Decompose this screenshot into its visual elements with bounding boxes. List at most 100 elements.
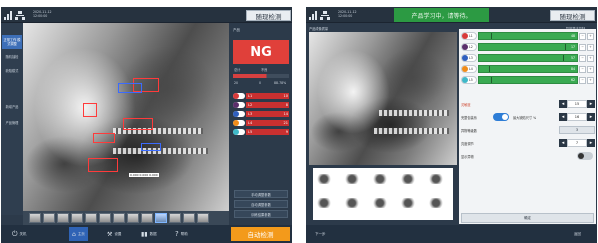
sidebar-item-normal-mode[interactable]: 正常工作 模式调整 [2,35,22,49]
defect-toggle[interactable] [233,101,245,108]
thumbnail[interactable] [183,213,195,223]
fixed-position-toggle[interactable] [493,113,509,121]
help-button[interactable]: ? 帮助 [172,227,191,241]
layer-toggle[interactable]: L1 [461,32,477,40]
sensitivity-stepper[interactable]: ◂ 15 ▸ [559,100,595,108]
thumbnail-selected[interactable] [155,213,167,223]
thumbnail[interactable] [169,213,181,223]
manual-adjust-button[interactable]: 手动调整参数 [234,190,288,198]
sample-thumbnail[interactable] [373,198,387,208]
sample-thumbnail[interactable] [373,174,387,184]
decrement-button[interactable]: − [579,43,586,51]
bottom-bar: 下一步 返回 [306,225,597,243]
toggle-knob [462,55,468,61]
sidebar-item-product-manage[interactable]: 产品管理 [2,121,22,125]
threshold-bar[interactable]: 57 [478,54,578,62]
defect-toggle[interactable] [233,119,245,126]
decrement-button[interactable]: − [579,65,586,73]
layer-toggle[interactable]: L4 [461,65,477,73]
decrement-button[interactable]: − [579,76,586,84]
next-step-button[interactable]: 下一步 [312,227,329,241]
threshold-bar[interactable]: 48 [478,32,578,40]
sidebar-item-new-product[interactable]: 新增产品 [2,105,22,109]
defect-row-l4: L4 21 [233,119,289,126]
thumbnail[interactable] [197,213,209,223]
xray-image [309,32,457,165]
stat-total: 20 [234,81,239,85]
sample-thumbnail[interactable] [345,174,359,184]
threshold-bar[interactable]: 62 [478,76,578,84]
time-text: 12:00:00 [338,14,353,18]
thumbnail[interactable] [85,213,97,223]
thumbnail[interactable] [127,213,139,223]
threshold-bar[interactable]: 17 [478,43,578,51]
sample-thumbnail[interactable] [401,198,415,208]
auto-detect-button[interactable]: 自动检测 [231,227,290,241]
layer-toggle[interactable]: L5 [461,76,477,84]
toggle-knob [578,153,584,159]
thumbnail[interactable] [71,213,83,223]
increment-button[interactable]: + [587,76,594,84]
bottom-nav: ⏻ 关机 ⌂ 主页 ⚒ 设置 ▮▮ 数据 ? 帮助 自动检测 [1,225,292,243]
thumbnail[interactable] [57,213,69,223]
thumbnail[interactable] [141,213,153,223]
layer-toggle[interactable]: L2 [461,43,477,51]
defect-toggle[interactable] [233,128,245,135]
increment-button[interactable]: ▸ [587,100,595,108]
tools-button[interactable]: ⚒ 设置 [104,227,124,241]
increment-button[interactable]: ▸ [587,113,595,121]
toggle-knob [233,119,239,126]
sample-thumbnail[interactable] [317,174,331,184]
abnormal-level-value[interactable]: 3 [559,126,595,134]
home-button[interactable]: ⌂ 主页 [69,227,88,241]
home-icon: ⌂ [72,230,76,238]
page-title-button[interactable]: 随现检测 [246,10,291,21]
image-quality-label: 产品成像质量 [309,27,329,31]
stepper-value[interactable]: 16 [567,113,587,121]
sidebar-item-defect-mode[interactable]: 缺陷模式 [2,69,22,73]
right-screen: 2020-11-12 12:00:00 产品学习中，请等待。 随现检测 产品成像… [306,7,597,243]
thumbnail[interactable] [99,213,111,223]
threshold-bar[interactable]: 84 [478,65,578,73]
increment-button[interactable]: + [587,65,594,73]
increment-button[interactable]: + [587,54,594,62]
sample-thumbnail[interactable] [429,198,443,208]
sample-thumbnail[interactable] [429,174,443,184]
page-title-button[interactable]: 随现检测 [550,10,595,21]
top-bar: 2020-11-12 12:00:00 随现检测 [1,7,292,23]
decrement-button[interactable]: ◂ [559,113,567,121]
max-size-stepper[interactable]: ◂ 16 ▸ [559,113,595,121]
xray-image: 0.000 0.000 0.000 [23,23,229,211]
decrement-button[interactable]: ◂ [559,100,567,108]
decrement-button[interactable]: − [579,32,586,40]
increment-button[interactable]: + [587,43,594,51]
thumbnail[interactable] [43,213,55,223]
confirm-button[interactable]: 确定 [461,213,594,223]
stepper-value[interactable]: 15 [567,100,587,108]
sample-thumbnail[interactable] [345,198,359,208]
auto-adjust-button[interactable]: 自动调整参数 [234,200,288,208]
increment-button[interactable]: ▸ [587,139,595,147]
return-button[interactable]: 返回 [571,227,584,241]
stepper-value[interactable]: 7 [567,139,587,147]
sample-thumbnail[interactable] [317,198,331,208]
defect-toggle[interactable] [233,92,245,99]
sidebar-item-random-check[interactable]: 随机抽检 [2,55,22,59]
data-button[interactable]: ▮▮ 数据 [138,227,160,241]
power-button[interactable]: ⏻ 关机 [9,227,30,241]
defect-toggle[interactable] [233,110,245,117]
thumbnail[interactable] [29,213,41,223]
threshold-marker [488,66,490,72]
defect-value: 14 [283,111,288,116]
show-foreign-toggle[interactable] [577,152,593,160]
brightness-stepper[interactable]: ◂ 7 ▸ [559,139,595,147]
train-result-button[interactable]: 训练结果参数 [234,210,288,218]
decrement-button[interactable]: ◂ [559,139,567,147]
increment-button[interactable]: + [587,32,594,40]
layer-toggle[interactable]: L3 [461,54,477,62]
sample-thumbnail[interactable] [401,174,415,184]
thumbnail[interactable] [113,213,125,223]
ng-result-badge: NG [233,40,289,64]
layer-label: L1 [469,34,473,38]
decrement-button[interactable]: − [579,54,586,62]
